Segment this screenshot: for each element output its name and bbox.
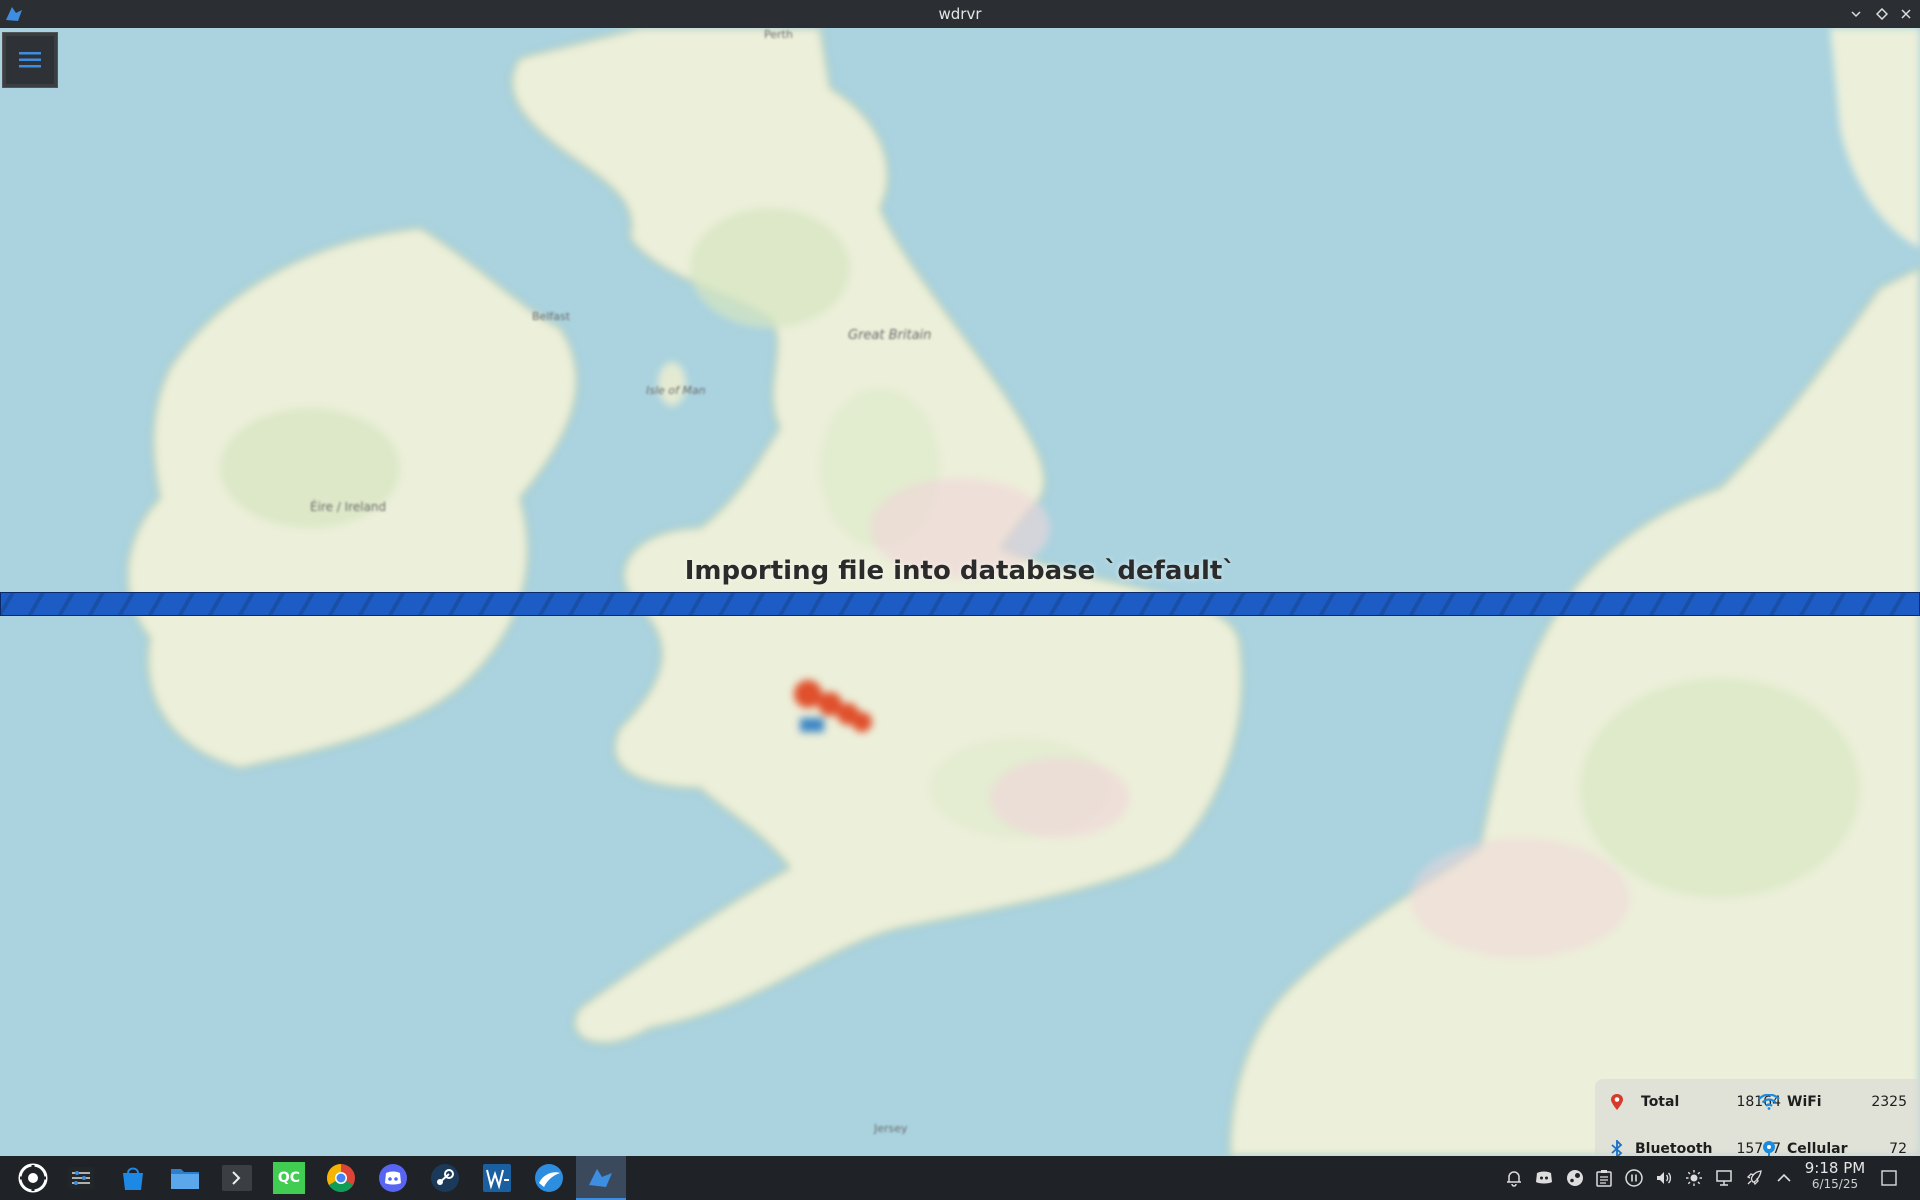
window-title: wdrvr: [938, 5, 982, 23]
file-manager-icon[interactable]: [160, 1156, 210, 1200]
total-label: Total: [1641, 1094, 1680, 1110]
discord-tray-icon[interactable]: [1534, 1168, 1554, 1188]
application-launcher-icon[interactable]: [8, 1156, 58, 1200]
brightness-icon[interactable]: [1684, 1168, 1704, 1188]
show-desktop-icon[interactable]: [1879, 1168, 1899, 1188]
network-wired-icon[interactable]: [1714, 1168, 1734, 1188]
game-mode-icon[interactable]: [1744, 1168, 1764, 1188]
map-view[interactable]: Great Britain Isle of Man Éire / Ireland…: [0, 28, 1920, 1156]
steam-icon[interactable]: [420, 1156, 470, 1200]
notification-bell-icon[interactable]: [1504, 1168, 1524, 1188]
steam-tray-icon[interactable]: [1565, 1168, 1585, 1188]
window-titlebar: wdrvr: [0, 0, 1920, 28]
discover-store-icon[interactable]: [108, 1156, 158, 1200]
clock-time: 9:18 PM: [1804, 1159, 1866, 1177]
chrome-icon[interactable]: [316, 1156, 366, 1200]
map-label: Belfast: [532, 310, 571, 323]
cellular-value: 72: [1889, 1141, 1907, 1156]
taskbar: QC 9:18 PM 6/15/25: [0, 1156, 1920, 1200]
wireshark-icon[interactable]: [472, 1156, 522, 1200]
chevron-up-icon[interactable]: [1774, 1168, 1794, 1188]
browser-icon[interactable]: [524, 1156, 574, 1200]
media-pause-icon[interactable]: [1624, 1168, 1644, 1188]
wifi-value: 2325: [1871, 1094, 1907, 1110]
maximize-icon[interactable]: [1870, 0, 1894, 28]
stats-row-bottom: Bluetooth 15767 Cellular 72: [1595, 1134, 1920, 1156]
hamburger-icon: [19, 52, 41, 68]
wdrvr-app-icon: [4, 4, 24, 24]
map-label: Perth: [764, 28, 793, 41]
volume-icon[interactable]: [1654, 1168, 1674, 1188]
discord-icon[interactable]: [368, 1156, 418, 1200]
clock[interactable]: 9:18 PM 6/15/25: [1795, 1159, 1875, 1191]
stats-panel: Total 18164 WiFi 2325 Bluetooth 15767 Ce…: [1595, 1079, 1920, 1156]
close-icon[interactable]: [1894, 0, 1918, 28]
clipboard-icon[interactable]: [1594, 1168, 1614, 1188]
map-label: Jersey: [874, 1122, 908, 1135]
location-pin-icon: [1609, 1087, 1625, 1117]
menu-button[interactable]: [2, 32, 58, 88]
stats-row-top: Total 18164 WiFi 2325: [1595, 1087, 1920, 1117]
map-label: Éire / Ireland: [310, 500, 387, 514]
map-label: Isle of Man: [646, 384, 706, 397]
import-progress-bar: [0, 592, 1920, 616]
map-label: Great Britain: [848, 328, 932, 343]
clock-date: 6/15/25: [1811, 1177, 1859, 1191]
qt-creator-label: QC: [273, 1162, 305, 1194]
minimize-icon[interactable]: [1844, 0, 1868, 28]
bluetooth-label: Bluetooth: [1635, 1141, 1713, 1156]
konsole-icon[interactable]: [212, 1156, 262, 1200]
wifi-icon: [1758, 1087, 1780, 1117]
wdrvr-taskbar-icon[interactable]: [576, 1156, 626, 1200]
import-status-title: Importing file into database `default`: [684, 556, 1236, 586]
bluetooth-icon: [1611, 1134, 1623, 1156]
system-settings-icon[interactable]: [56, 1156, 106, 1200]
wifi-label: WiFi: [1787, 1094, 1822, 1110]
qt-creator-icon[interactable]: QC: [264, 1156, 314, 1200]
cellular-tower-icon: [1761, 1134, 1777, 1156]
